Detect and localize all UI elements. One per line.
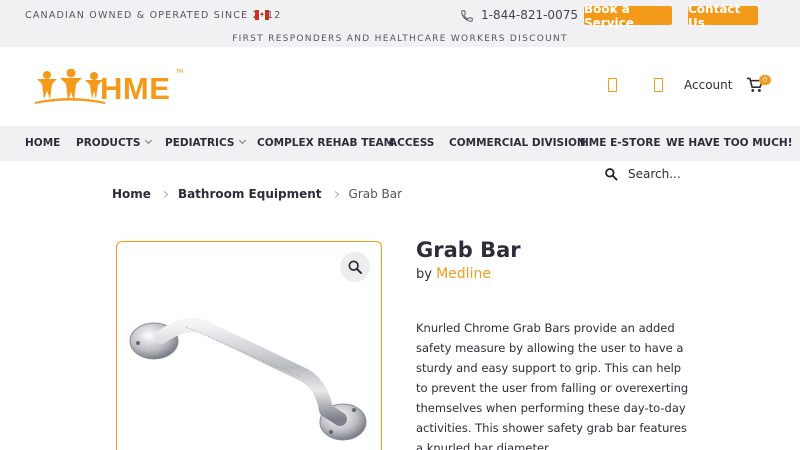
product-description: Knurled Chrome Grab Bars provide an adde… [416,321,689,450]
chevron-right-icon [160,190,168,198]
breadcrumb: Home Bathroom Equipment Grab Bar [112,187,402,201]
tagline: CANADIAN OWNED & OPERATED SINCE 2012 [25,10,282,21]
book-service-button[interactable]: Book a Service [584,2,672,30]
placeholder-icon[interactable] [654,78,663,92]
placeholder-icon[interactable] [608,78,617,92]
top-bar: CANADIAN OWNED & OPERATED SINCE 2012 1-8… [0,0,800,47]
by-label: by [416,267,432,282]
product-title: Grab Bar [416,238,521,262]
breadcrumb-home[interactable]: Home [112,187,151,201]
nav-hme-estore[interactable]: HME E-STORE [580,137,661,149]
product-brand-line: by Medline [416,266,491,282]
discount-banner[interactable]: FIRST RESPONDERS AND HEALTHCARE WORKERS … [0,34,800,44]
logo-trademark: TM [176,69,184,75]
contact-us-button[interactable]: Contact Us [688,2,758,30]
nav-we-have-too-much[interactable]: WE HAVE TOO MUCH! [666,137,793,149]
site-header: HME TM Account 0 [0,47,800,126]
canada-flag-icon [255,10,269,20]
nav-pediatrics[interactable]: PEDIATRICS [165,136,247,149]
nav-complex-rehab-team[interactable]: COMPLEX REHAB TEAM [257,137,394,149]
breadcrumb-current: Grab Bar [348,187,403,201]
cart-count-badge: 0 [759,75,771,85]
brand-link[interactable]: Medline [436,266,491,282]
chevron-down-icon [145,136,153,145]
phone-number-link[interactable]: 1-844-821-0075 [481,8,578,22]
nav-home[interactable]: HOME [25,137,60,149]
phone-icon [461,10,473,22]
chevron-down-icon [239,136,247,145]
chevron-right-icon [331,190,339,198]
main-nav: HOME PRODUCTS PEDIATRICS COMPLEX REHAB T… [0,126,800,161]
nav-access[interactable]: ACCESS [389,137,434,149]
zoom-button[interactable] [340,252,370,282]
nav-commercial-division[interactable]: COMMERCIAL DIVISION [449,137,586,149]
logo-text: HME [100,71,171,106]
search-input[interactable] [622,165,782,183]
grab-bar-product-image [129,318,367,441]
account-link[interactable]: Account [684,78,732,92]
magnifier-icon [348,260,362,274]
search-icon[interactable] [604,167,618,181]
breadcrumb-category[interactable]: Bathroom Equipment [178,187,322,201]
nav-products[interactable]: PRODUCTS [76,136,153,149]
